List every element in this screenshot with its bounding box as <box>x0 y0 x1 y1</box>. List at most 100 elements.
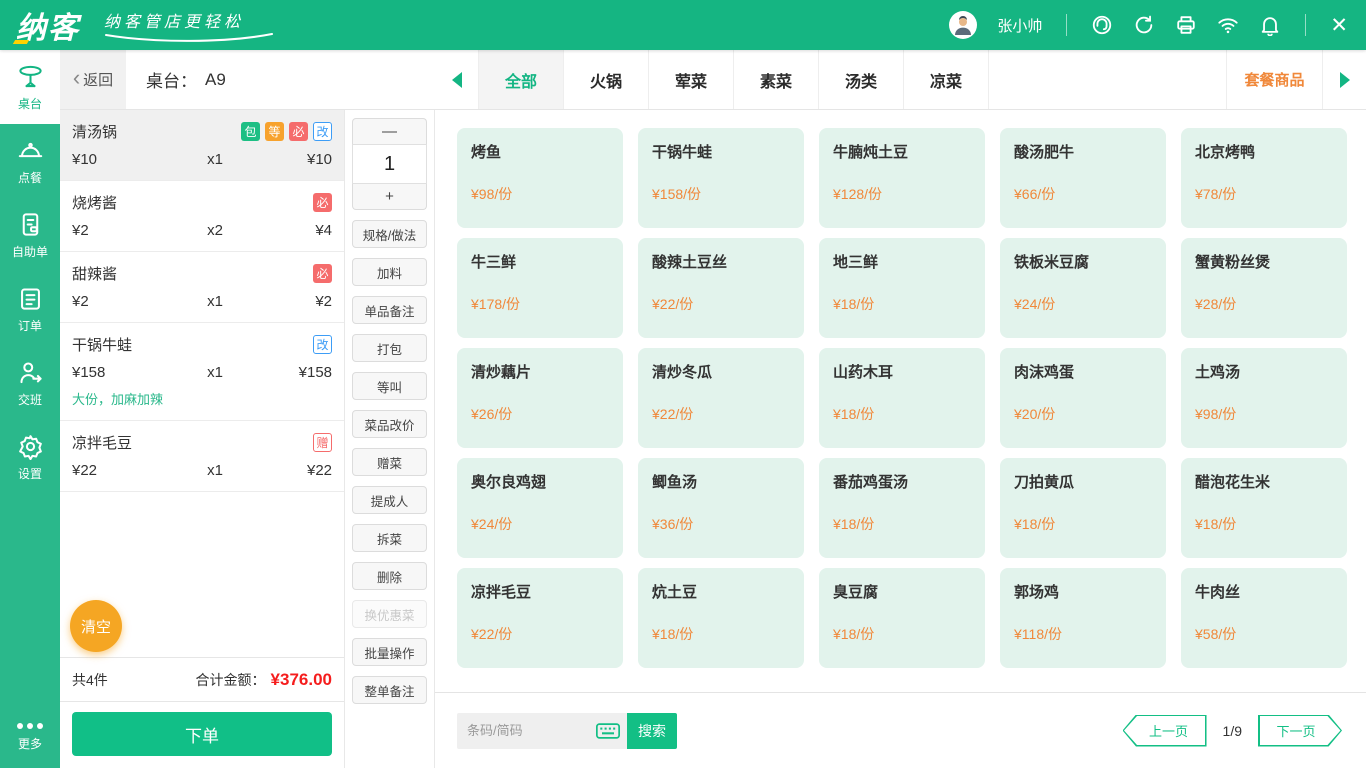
triangle-right-icon <box>1339 71 1350 88</box>
menu-item-card[interactable]: 鲫鱼汤 ¥36/份 <box>638 458 804 558</box>
submit-order-button[interactable]: 下单 <box>72 712 332 756</box>
qty-value[interactable]: 1 <box>352 144 427 184</box>
tab-hotpot[interactable]: 火锅 <box>564 50 649 109</box>
menu-area: 烤鱼 ¥98/份 干锅牛蛙 ¥158/份 牛腩炖土豆 ¥128/份 酸汤肥牛 ¥… <box>435 110 1366 768</box>
device-icon <box>17 211 44 238</box>
order-item-name: 甜辣酱 <box>72 266 118 283</box>
order-item[interactable]: 烧烤酱 必 ¥2 x2 ¥4 <box>60 181 344 252</box>
pagination: 上一页 1/9 下一页 <box>1122 714 1342 747</box>
prev-page-button[interactable]: 上一页 <box>1122 714 1207 747</box>
action-button[interactable]: 菜品改价 <box>352 410 427 438</box>
topbar-divider <box>1305 14 1307 36</box>
tabs-scroll-left-button[interactable] <box>435 50 479 109</box>
menu-item-price: ¥18/份 <box>1195 516 1237 532</box>
close-icon[interactable]: ✕ <box>1330 15 1348 36</box>
menu-item-card[interactable]: 醋泡花生米 ¥18/份 <box>1181 458 1347 558</box>
menu-item-card[interactable]: 炕土豆 ¥18/份 <box>638 568 804 668</box>
tabs-scroll-right-button[interactable] <box>1322 50 1366 109</box>
sidebar-item-orders[interactable]: 订单 <box>0 272 60 346</box>
action-button[interactable]: 拆菜 <box>352 524 427 552</box>
qty-plus-button[interactable]: + <box>352 184 427 210</box>
menu-item-name: 醋泡花生米 <box>1195 474 1271 491</box>
brand-logo-text: 纳客 <box>10 3 86 47</box>
menu-item-card[interactable]: 番茄鸡蛋汤 ¥18/份 <box>819 458 985 558</box>
menu-item-card[interactable]: 牛肉丝 ¥58/份 <box>1181 568 1347 668</box>
clear-button[interactable]: 清空 <box>70 600 122 652</box>
qty-minus-button[interactable]: — <box>352 118 427 144</box>
search-button[interactable]: 搜索 <box>627 712 677 749</box>
menu-item-card[interactable]: 酸辣土豆丝 ¥22/份 <box>638 238 804 338</box>
printer-icon[interactable] <box>1175 14 1197 36</box>
headset-icon[interactable] <box>1091 14 1113 36</box>
menu-item-card[interactable]: 牛三鲜 ¥178/份 <box>457 238 623 338</box>
menu-item-card[interactable]: 酸汤肥牛 ¥66/份 <box>1000 128 1166 228</box>
order-item[interactable]: 干锅牛蛙 改 ¥158 x1 ¥158 大份，加麻加辣 <box>60 323 344 421</box>
menu-item-card[interactable]: 刀拍黄瓜 ¥18/份 <box>1000 458 1166 558</box>
sidebar-item-settings[interactable]: 设置 <box>0 420 60 494</box>
action-button[interactable]: 删除 <box>352 562 427 590</box>
order-item-total: ¥2 <box>315 293 333 310</box>
action-button[interactable]: 单品备注 <box>352 296 427 324</box>
action-button[interactable]: 加料 <box>352 258 427 286</box>
menu-item-name: 炕土豆 <box>652 584 698 601</box>
action-button[interactable]: 批量操作 <box>352 638 427 666</box>
sidebar-item-more[interactable]: 更多 <box>0 723 60 752</box>
menu-item-card[interactable]: 清炒藕片 ¥26/份 <box>457 348 623 448</box>
menu-item-name: 铁板米豆腐 <box>1014 254 1090 271</box>
menu-item-card[interactable]: 凉拌毛豆 ¥22/份 <box>457 568 623 668</box>
tab-soup[interactable]: 汤类 <box>819 50 904 109</box>
menu-item-card[interactable]: 奥尔良鸡翅 ¥24/份 <box>457 458 623 558</box>
keyboard-icon[interactable] <box>596 722 620 739</box>
tab-vegetable[interactable]: 素菜 <box>734 50 819 109</box>
order-total-label: 合计金额： <box>195 671 266 688</box>
menu-item-card[interactable]: 山药木耳 ¥18/份 <box>819 348 985 448</box>
topbar-actions: 张小帅 ✕ <box>949 11 1348 39</box>
menu-item-card[interactable]: 郭场鸡 ¥118/份 <box>1000 568 1166 668</box>
action-button[interactable]: 赠菜 <box>352 448 427 476</box>
order-item[interactable]: 甜辣酱 必 ¥2 x1 ¥2 <box>60 252 344 323</box>
tab-cold[interactable]: 凉菜 <box>904 50 989 109</box>
menu-item-price: ¥128/份 <box>833 186 883 202</box>
sidebar-item-ordering[interactable]: 点餐 <box>0 124 60 198</box>
menu-item-card[interactable]: 肉沫鸡蛋 ¥20/份 <box>1000 348 1166 448</box>
sync-icon[interactable] <box>1133 14 1155 36</box>
menu-item-card[interactable]: 牛腩炖土豆 ¥128/份 <box>819 128 985 228</box>
order-item[interactable]: 凉拌毛豆 赠 ¥22 x1 ¥22 <box>60 421 344 492</box>
tab-all[interactable]: 全部 <box>479 50 564 109</box>
action-button[interactable]: 提成人 <box>352 486 427 514</box>
menu-item-card[interactable]: 铁板米豆腐 ¥24/份 <box>1000 238 1166 338</box>
action-button[interactable]: 规格/做法 <box>352 220 427 248</box>
avatar[interactable] <box>949 11 978 39</box>
sidebar-item-self-order[interactable]: 自助单 <box>0 198 60 272</box>
menu-item-price: ¥178/份 <box>471 296 521 312</box>
tab-meat[interactable]: 荤菜 <box>649 50 734 109</box>
app-window: 纳客 纳客管店更轻松 张小帅 ✕ 桌台 点餐 自助单 订单 交班 设置 更多 ‹… <box>0 0 1366 768</box>
menu-item-card[interactable]: 清炒冬瓜 ¥22/份 <box>638 348 804 448</box>
combo-products-button[interactable]: 套餐商品 <box>1226 50 1322 109</box>
action-button[interactable]: 等叫 <box>352 372 427 400</box>
action-button[interactable]: 打包 <box>352 334 427 362</box>
category-tabs: 全部 火锅 荤菜 素菜 汤类 凉菜 <box>479 50 989 109</box>
menu-item-name: 山药木耳 <box>833 364 894 381</box>
menu-item-card[interactable]: 土鸡汤 ¥98/份 <box>1181 348 1347 448</box>
wifi-icon[interactable] <box>1217 14 1239 36</box>
topbar: 纳客 纳客管店更轻松 张小帅 ✕ <box>0 0 1366 50</box>
menu-item-price: ¥78/份 <box>1195 186 1237 202</box>
bell-icon[interactable] <box>1259 14 1281 36</box>
sidebar-item-tables[interactable]: 桌台 <box>0 50 60 124</box>
sidebar-item-shift[interactable]: 交班 <box>0 346 60 420</box>
menu-item-card[interactable]: 蟹黄粉丝煲 ¥28/份 <box>1181 238 1347 338</box>
menu-item-card[interactable]: 地三鲜 ¥18/份 <box>819 238 985 338</box>
menu-item-card[interactable]: 干锅牛蛙 ¥158/份 <box>638 128 804 228</box>
menu-item-card[interactable]: 北京烤鸭 ¥78/份 <box>1181 128 1347 228</box>
next-page-button[interactable]: 下一页 <box>1258 714 1342 747</box>
order-item-qty: x1 <box>207 293 223 310</box>
back-button[interactable]: ‹ 返回 <box>60 50 126 109</box>
menu-item-price: ¥118/份 <box>1014 626 1062 642</box>
order-item[interactable]: 清汤锅 包等必改 ¥10 x1 ¥10 <box>60 110 344 181</box>
action-button[interactable]: 整单备注 <box>352 676 427 704</box>
menu-item-card[interactable]: 臭豆腐 ¥18/份 <box>819 568 985 668</box>
menu-item-card[interactable]: 烤鱼 ¥98/份 <box>457 128 623 228</box>
order-item-total: ¥4 <box>315 222 333 239</box>
order-count: 共4件 <box>72 671 108 688</box>
